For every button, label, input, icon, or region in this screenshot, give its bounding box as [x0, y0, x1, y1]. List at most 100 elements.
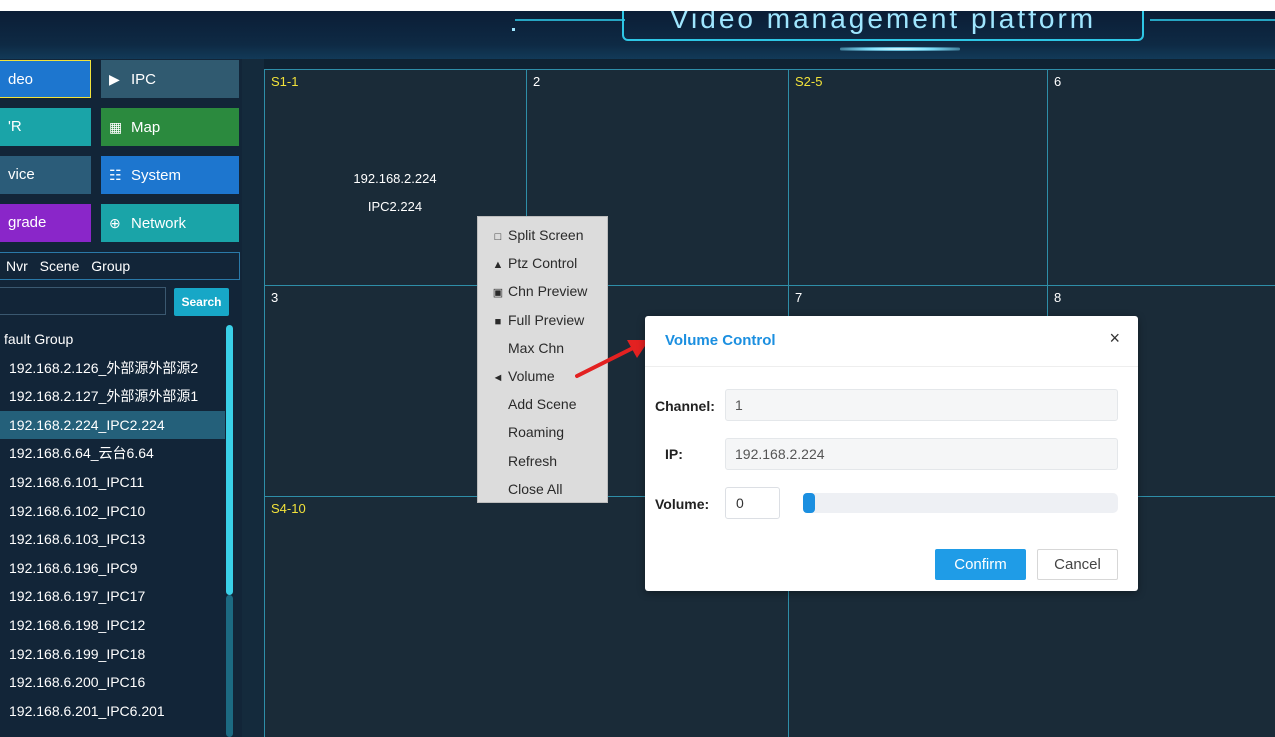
- tree-item[interactable]: 192.168.6.200_IPC16: [0, 668, 225, 697]
- menu-item-label: Chn Preview: [508, 283, 588, 300]
- cell-label: 7: [795, 290, 803, 305]
- tree-item[interactable]: 192.168.6.64_云台6.64: [0, 439, 225, 468]
- tree-item[interactable]: 192.168.2.127_外部源外部源1: [0, 382, 225, 411]
- globe-icon: ⊕: [109, 215, 121, 231]
- cell-label: S2-5: [795, 74, 823, 89]
- menu-item-split-screen[interactable]: □ Split Screen: [478, 221, 607, 249]
- menu-item-refresh[interactable]: Refresh: [478, 447, 607, 475]
- map-icon: ▦: [109, 119, 123, 135]
- menu-item-ptz-control[interactable]: ▲ Ptz Control: [478, 249, 607, 277]
- menu-item-label: Volume: [508, 367, 555, 384]
- tab-nvr[interactable]: Nvr: [6, 258, 28, 274]
- header-glow: [840, 47, 960, 51]
- menu-item-label: Refresh: [508, 452, 558, 469]
- video-cell[interactable]: 6: [1048, 70, 1275, 286]
- search-button[interactable]: Search: [174, 288, 229, 316]
- menu-item-roaming[interactable]: Roaming: [478, 418, 607, 446]
- nav-label: System: [131, 167, 182, 184]
- menu-item-close-all[interactable]: Close All: [478, 475, 607, 503]
- channel-field[interactable]: 1: [725, 389, 1118, 421]
- sidebar: deo ▶ IPC 'R ▦ Map vice ☷ System grade ⊕ Net…: [0, 59, 242, 737]
- tree-item[interactable]: 192.168.6.199_IPC18: [0, 640, 225, 669]
- menu-item-label: Ptz Control: [508, 255, 578, 272]
- ip-label: IP:: [665, 446, 683, 462]
- header-line-right: [1150, 19, 1275, 21]
- tree-item[interactable]: 192.168.6.103_IPC13: [0, 525, 225, 554]
- menu-item-label: Add Scene: [508, 396, 577, 413]
- ptz-icon: ▲: [492, 259, 504, 272]
- close-icon[interactable]: ×: [1109, 328, 1120, 349]
- preview-icon: ▣: [492, 287, 504, 300]
- window-icon: □: [494, 231, 502, 243]
- app-window: Video management platform deo ▶ IPC 'R ▦ M…: [0, 11, 1275, 737]
- cell-label: S4-10: [271, 501, 306, 516]
- nav-video-button[interactable]: deo: [0, 60, 91, 98]
- grid-icon: ☷: [109, 167, 122, 183]
- nav-label: 'R: [8, 118, 22, 135]
- nav-label: deo: [8, 71, 34, 88]
- tree-items: 192.168.2.126_外部源外部源2 192.168.2.127_外部源外部…: [0, 354, 225, 726]
- volume-slider-handle[interactable]: [803, 493, 815, 513]
- nav-system-button[interactable]: ☷ System: [101, 156, 239, 194]
- header-line-left: [515, 19, 625, 21]
- cell-camera-name: IPC2.224: [367, 199, 423, 214]
- nav-ipc-button[interactable]: ▶ IPC: [101, 60, 239, 98]
- device-tree: fault Group 192.168.2.126_外部源外部源2 192.168…: [0, 325, 225, 725]
- panel-divider: [242, 59, 264, 737]
- tree-item[interactable]: 192.168.6.197_IPC17: [0, 582, 225, 611]
- tab-group[interactable]: Group: [91, 258, 130, 274]
- volume-slider[interactable]: [803, 493, 1118, 513]
- full-preview-icon: ■: [494, 315, 502, 328]
- menu-item-label: Roaming: [508, 424, 565, 441]
- menu-item-chn-preview[interactable]: ▣ Chn Preview: [478, 277, 607, 305]
- volume-control-dialog: Volume Control × Channel: 1 IP: 192.168.…: [645, 316, 1138, 591]
- tree-tabs: Nvr Scene Group: [0, 252, 240, 280]
- cell-label: 2: [533, 74, 541, 89]
- menu-item-label: Full Preview: [508, 311, 585, 328]
- nav-label: IPC: [131, 71, 157, 88]
- tree-item[interactable]: 192.168.2.126_外部源外部源2: [0, 354, 225, 383]
- cell-label: 6: [1054, 74, 1062, 89]
- volume-input[interactable]: 0: [725, 487, 780, 519]
- menu-item-label: Split Screen: [508, 227, 584, 243]
- volume-label: Volume:: [655, 496, 710, 512]
- dialog-title: Volume Control: [665, 332, 776, 349]
- scrollbar-thumb[interactable]: [226, 325, 233, 595]
- camera-icon: ▶: [109, 71, 120, 87]
- tree-item[interactable]: 192.168.6.201_IPC6.201: [0, 697, 225, 726]
- cancel-button[interactable]: Cancel: [1037, 549, 1118, 580]
- menu-item-label: Close All: [508, 480, 563, 497]
- tree-item[interactable]: 192.168.2.224_IPC2.224: [0, 410, 225, 440]
- cell-label: 8: [1054, 290, 1062, 305]
- video-cell[interactable]: S2-5: [789, 70, 1048, 286]
- speaker-icon: ◄: [492, 371, 504, 384]
- tree-item[interactable]: 192.168.6.196_IPC9: [0, 554, 225, 583]
- nav-upgrade-button[interactable]: grade: [0, 204, 91, 242]
- menu-item-label: Max Chn: [508, 339, 565, 356]
- cell-label: S1-1: [271, 74, 299, 89]
- channel-label: Channel:: [655, 398, 715, 414]
- search-input[interactable]: [0, 287, 166, 315]
- tree-item[interactable]: 192.168.6.198_IPC12: [0, 611, 225, 640]
- tree-group[interactable]: fault Group: [0, 325, 225, 354]
- menu-item-full-preview[interactable]: ■ Full Preview: [478, 306, 607, 334]
- cell-ip: 192.168.2.224: [353, 171, 437, 186]
- confirm-button[interactable]: Confirm: [935, 549, 1026, 580]
- page-title: Video management platform: [669, 11, 1097, 34]
- tab-scene[interactable]: Scene: [40, 258, 80, 274]
- nav-network-button[interactable]: ⊕ Network: [101, 204, 239, 242]
- cell-label: 3: [271, 290, 279, 305]
- menu-item-add-scene[interactable]: Add Scene: [478, 390, 607, 418]
- scrollbar-track[interactable]: [226, 595, 233, 737]
- nav-nvr-button[interactable]: 'R: [0, 108, 91, 146]
- nav-device-button[interactable]: vice: [0, 156, 91, 194]
- nav-label: vice: [8, 166, 35, 183]
- arrow-annotation-icon: [575, 340, 649, 378]
- nav-map-button[interactable]: ▦ Map: [101, 108, 239, 146]
- ip-field[interactable]: 192.168.2.224: [725, 438, 1118, 470]
- tree-item[interactable]: 192.168.6.102_IPC10: [0, 497, 225, 526]
- header-dot: [512, 28, 515, 31]
- tree-item[interactable]: 192.168.6.101_IPC11: [0, 468, 225, 497]
- header: Video management platform: [0, 11, 1275, 59]
- nav-label: Map: [131, 119, 161, 136]
